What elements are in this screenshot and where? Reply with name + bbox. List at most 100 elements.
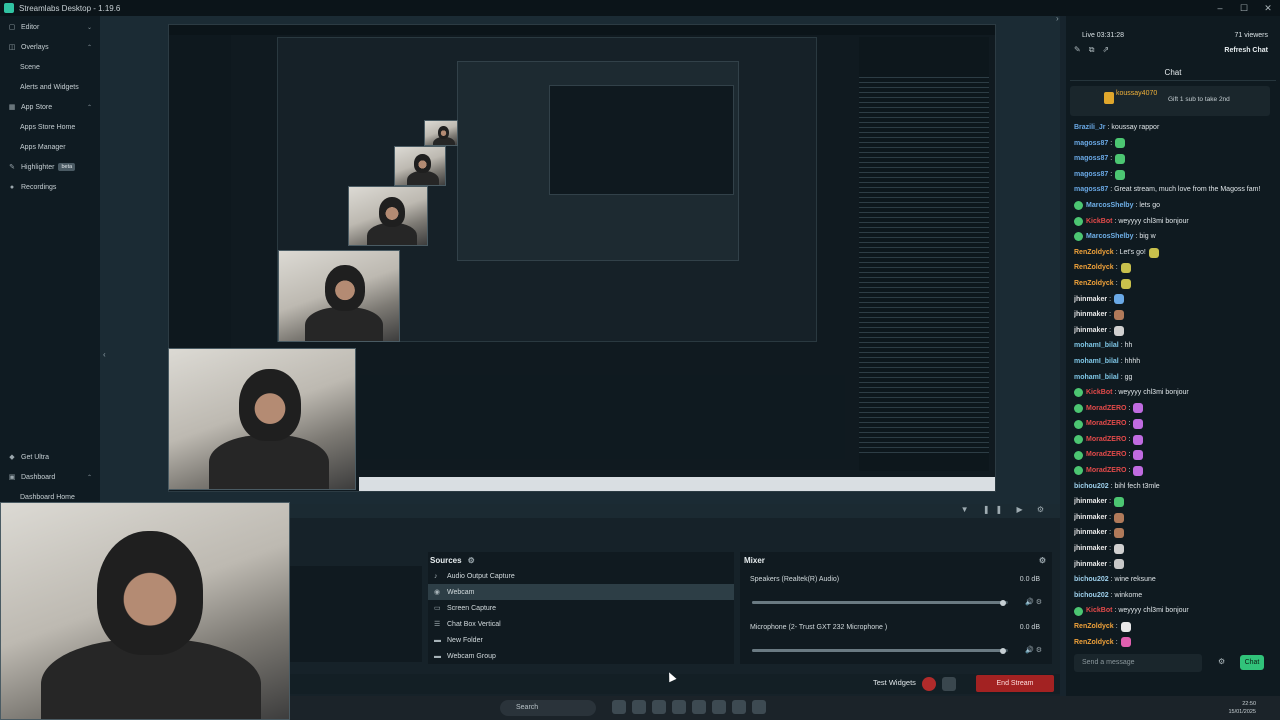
chat-username[interactable]: magoss87	[1074, 136, 1108, 152]
user-badge-icon	[1074, 388, 1083, 398]
app-icon[interactable]	[752, 700, 766, 714]
volume-knob[interactable]	[999, 599, 1006, 606]
sidebar-item-scene[interactable]: Scene	[0, 58, 100, 76]
chat-message: MarcosShelby: big w	[1074, 229, 1270, 245]
playback-controls-icon[interactable]: ▼ ❚❚ ▶ ⚙	[961, 505, 1050, 514]
volume-slider[interactable]	[752, 599, 1008, 606]
share-icon[interactable]: ⇗	[1102, 45, 1117, 54]
chat-username[interactable]: MoradZERO	[1086, 432, 1126, 448]
source-item[interactable]: ♪ Audio Output Capture	[428, 568, 734, 584]
chat-username[interactable]: magoss87	[1074, 151, 1108, 167]
volume-slider[interactable]	[752, 647, 1008, 654]
chat-username[interactable]: bichou202	[1074, 588, 1109, 604]
collapse-left-icon[interactable]: ‹	[103, 350, 106, 359]
chat-input[interactable]: Send a message	[1074, 654, 1202, 672]
source-item[interactable]: ▬ Webcam Group	[428, 648, 734, 664]
sidebar-item-alerts-widgets[interactable]: Alerts and Widgets	[0, 78, 100, 96]
sidebar-item-apps-store-home[interactable]: Apps Store Home	[0, 118, 100, 136]
user-badge-icon	[1074, 419, 1083, 429]
chat-username[interactable]: KickBot	[1086, 214, 1112, 230]
chat-username[interactable]: RenZoldyck	[1074, 276, 1114, 292]
sidebar-item-overlays[interactable]: ◫ Overlays ⌃	[0, 38, 100, 56]
chat-username[interactable]: KickBot	[1086, 603, 1112, 619]
refresh-chat-button[interactable]: Refresh Chat	[1224, 47, 1268, 54]
folder-icon: ▬	[434, 652, 441, 660]
taskbar-search[interactable]: Search	[500, 700, 596, 716]
app-icon[interactable]	[652, 700, 666, 714]
volume-knob[interactable]	[999, 647, 1006, 654]
chat-username[interactable]: MoradZERO	[1086, 416, 1126, 432]
source-item[interactable]: ☰ Chat Box Vertical	[428, 616, 734, 632]
app-icon[interactable]	[612, 700, 626, 714]
minimize-icon[interactable]: –	[1208, 0, 1232, 16]
title-bar: Streamlabs Desktop - 1.19.6 – ☐ ✕	[0, 0, 1280, 16]
chat-username[interactable]: RenZoldyck	[1074, 635, 1114, 651]
chat-username[interactable]: MoradZERO	[1086, 401, 1126, 417]
gear-icon[interactable]: ⚙	[1218, 657, 1225, 666]
chat-username[interactable]: jhinmaker	[1074, 510, 1107, 526]
chat-text: :	[1115, 264, 1118, 272]
mute-icon[interactable]: 🔊 ⚙	[1025, 646, 1042, 654]
chat-username[interactable]: jhinmaker	[1074, 323, 1107, 339]
chat-username[interactable]: mohamI_bilal	[1074, 338, 1119, 354]
chat-message: jhinmaker:	[1074, 541, 1270, 557]
chat-username[interactable]: Brazili_Jr	[1074, 120, 1106, 136]
record-icon[interactable]	[922, 677, 936, 691]
chat-username[interactable]: MarcosShelby	[1086, 229, 1133, 245]
sidebar-item-get-ultra[interactable]: ◆ Get Ultra	[0, 448, 100, 466]
chat-username[interactable]: jhinmaker	[1074, 494, 1107, 510]
chat-username[interactable]: RenZoldyck	[1074, 245, 1114, 261]
test-widgets-button[interactable]: Test Widgets	[873, 678, 916, 687]
source-item[interactable]: ▬ New Folder	[428, 632, 734, 648]
app-icon[interactable]	[692, 700, 706, 714]
sidebar-item-highlighter[interactable]: ✎ Highlighter beta	[0, 158, 100, 176]
sidebar-item-app-store[interactable]: ▦ App Store ⌃	[0, 98, 100, 116]
mute-icon[interactable]: 🔊 ⚙	[1025, 598, 1042, 606]
chat-username[interactable]: bichou202	[1074, 572, 1109, 588]
webcam-feed[interactable]	[168, 348, 356, 490]
preview-sidebar	[169, 35, 231, 365]
chat-username[interactable]: jhinmaker	[1074, 307, 1107, 323]
maximize-icon[interactable]: ☐	[1232, 0, 1256, 16]
chat-message: magoss87:	[1074, 136, 1270, 152]
end-stream-button[interactable]: End Stream	[976, 675, 1054, 692]
collapse-right-icon[interactable]: ›	[1056, 14, 1059, 23]
emote-icon	[1120, 278, 1131, 289]
chat-username[interactable]: jhinmaker	[1074, 541, 1107, 557]
chat-username[interactable]: RenZoldyck	[1074, 619, 1114, 635]
close-icon[interactable]: ✕	[1256, 0, 1280, 16]
webcam-feed	[424, 120, 458, 146]
gear-icon[interactable]: ⚙	[468, 556, 475, 565]
source-item[interactable]: ◉ Webcam	[428, 584, 734, 600]
chat-username[interactable]: jhinmaker	[1074, 292, 1107, 308]
app-icon[interactable]	[732, 700, 746, 714]
sidebar-item-apps-manager[interactable]: Apps Manager	[0, 138, 100, 156]
app-icon[interactable]	[632, 700, 646, 714]
sidebar-item-editor[interactable]: ▢ Editor ⌄	[0, 18, 100, 36]
chat-username[interactable]: MoradZERO	[1086, 463, 1126, 479]
source-item[interactable]: ▭ Screen Capture	[428, 600, 734, 616]
chat-username[interactable]: RenZoldyck	[1074, 260, 1114, 276]
chat-username[interactable]: magoss87	[1074, 167, 1108, 183]
app-icon[interactable]	[712, 700, 726, 714]
chat-username[interactable]: mohamI_bilal	[1074, 354, 1119, 370]
chat-username[interactable]: MarcosShelby	[1086, 198, 1133, 214]
popout-icon[interactable]: ⧉	[1089, 45, 1103, 54]
app-icon[interactable]	[672, 700, 686, 714]
edit-icon[interactable]: ✎	[1074, 45, 1089, 54]
chat-username[interactable]: bichou202	[1074, 479, 1109, 495]
chat-message: KickBot: weyyyy chl3mi bonjour	[1074, 603, 1270, 619]
send-chat-button[interactable]: Chat	[1240, 655, 1264, 670]
chat-username[interactable]: jhinmaker	[1074, 557, 1107, 573]
replay-icon[interactable]	[942, 677, 956, 691]
gear-icon[interactable]: ⚙	[1039, 556, 1046, 565]
chat-username[interactable]: MoradZERO	[1086, 447, 1126, 463]
dashboard-icon: ▣	[8, 474, 16, 481]
chat-username[interactable]: magoss87	[1074, 182, 1108, 198]
viewer-count: 71 viewers	[1234, 32, 1268, 39]
chat-username[interactable]: KickBot	[1086, 385, 1112, 401]
chat-username[interactable]: jhinmaker	[1074, 525, 1107, 541]
sidebar-item-dashboard[interactable]: ▣ Dashboard ⌃	[0, 468, 100, 486]
chat-username[interactable]: mohamI_bilal	[1074, 370, 1119, 386]
sidebar-item-recordings[interactable]: ● Recordings	[0, 178, 100, 196]
